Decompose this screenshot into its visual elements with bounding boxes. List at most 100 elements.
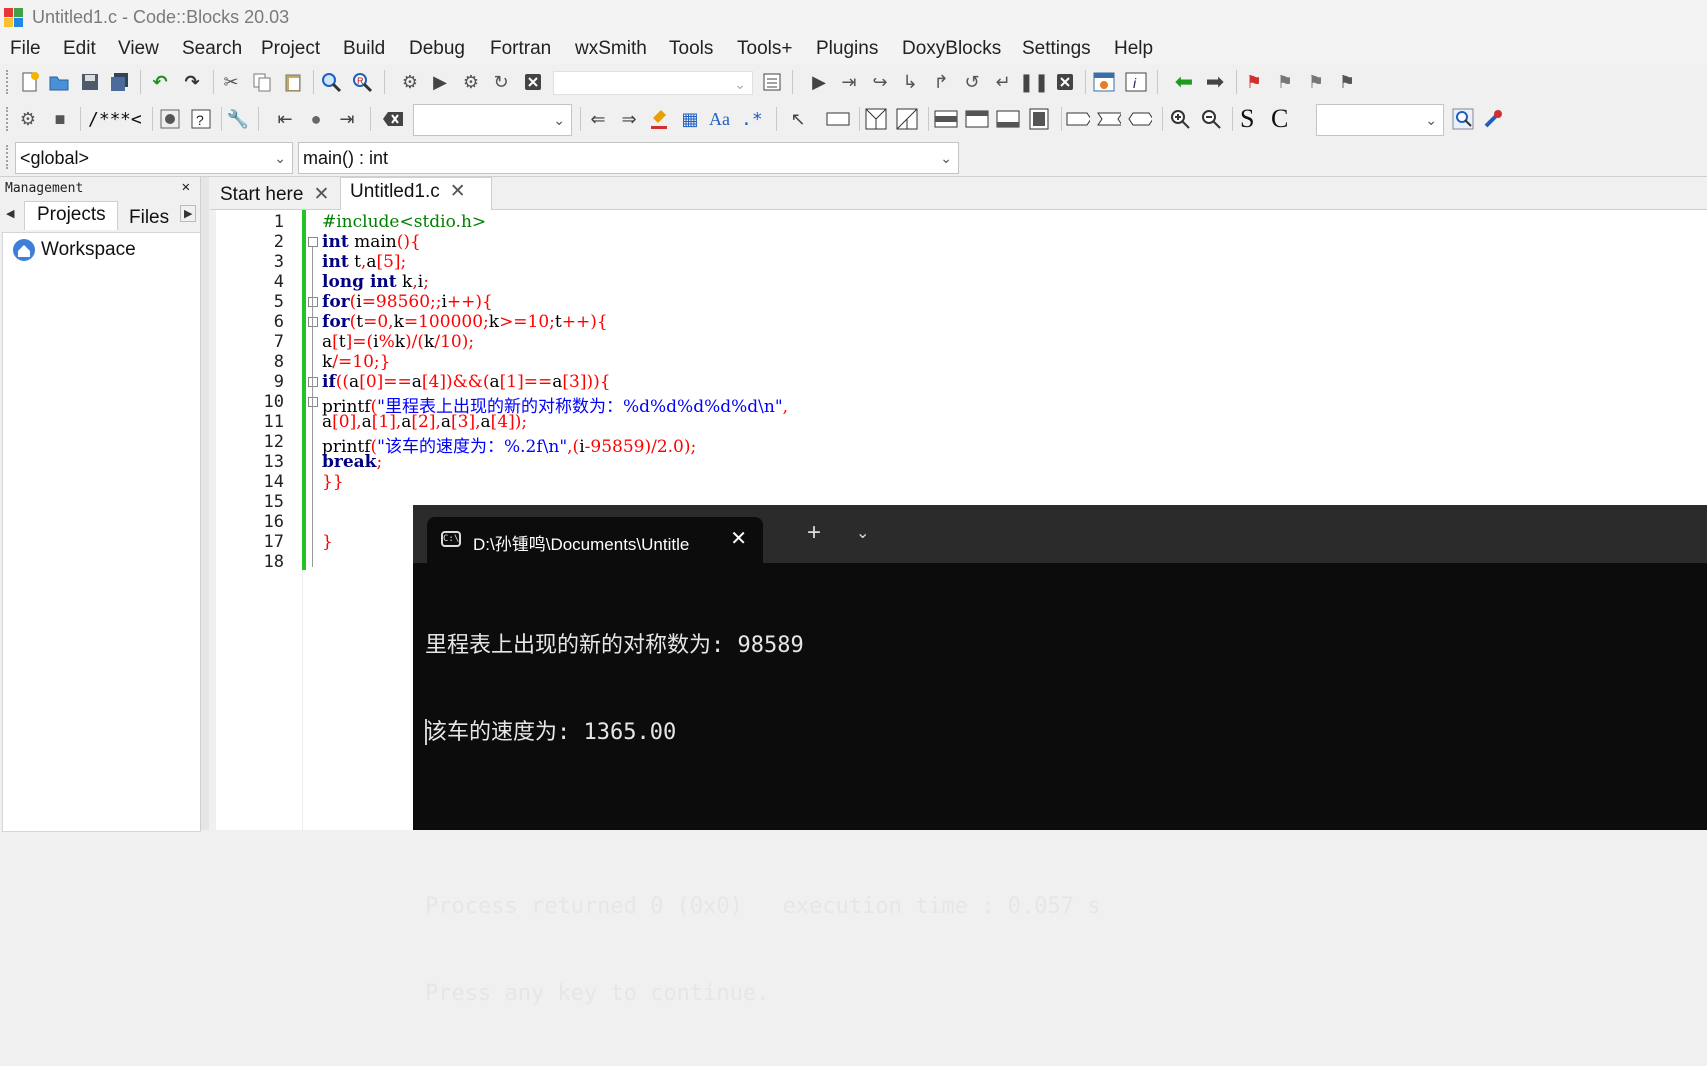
workspace-node[interactable]: Workspace [41, 239, 136, 261]
tab-files[interactable]: Files [129, 207, 169, 229]
tab-untitled1[interactable]: Untitled1.c ✕ [350, 180, 466, 210]
fold-marker-icon[interactable] [308, 297, 318, 307]
chm-help-icon[interactable]: ? [189, 107, 213, 131]
copy-icon[interactable] [250, 70, 274, 94]
menu-build[interactable]: Build [343, 38, 385, 60]
while-loop-icon[interactable] [965, 107, 989, 131]
wrench-icon[interactable]: 🔧 [226, 107, 250, 131]
step-into-icon[interactable]: ↳ [898, 70, 922, 94]
build-and-run-icon[interactable]: ⚙ [459, 70, 483, 94]
continue-shape-icon[interactable] [1097, 107, 1121, 131]
highlight-icon[interactable] [647, 107, 671, 131]
save-all-icon[interactable] [108, 70, 132, 94]
next-bookmark-icon[interactable]: ⚑ [1304, 70, 1328, 94]
fold-marker-icon[interactable] [308, 317, 318, 327]
menu-project[interactable]: Project [261, 38, 320, 60]
step-into-instruction-icon[interactable]: ↵ [991, 70, 1015, 94]
jump-end-icon[interactable]: ⇥ [335, 107, 359, 131]
menu-settings[interactable]: Settings [1022, 38, 1091, 60]
abort-icon[interactable] [521, 70, 545, 94]
menu-tools-plus[interactable]: Tools+ [737, 38, 792, 60]
debug-windows-icon[interactable] [1092, 70, 1116, 94]
toggle-bookmark-icon[interactable]: ⚑ [1242, 70, 1266, 94]
pause-icon[interactable]: ❚❚ [1019, 70, 1049, 94]
next-instruction-icon[interactable]: ↺ [960, 70, 984, 94]
find-symbol-icon[interactable] [1451, 107, 1475, 131]
menu-search[interactable]: Search [182, 38, 242, 60]
info-icon[interactable]: i [1124, 70, 1148, 94]
select-cursor-icon[interactable]: ↖ [786, 107, 810, 131]
tab-scroll-right-icon[interactable]: ▶ [180, 205, 197, 222]
jump-back-icon[interactable]: ⬅ [1172, 69, 1196, 94]
close-icon[interactable]: ✕ [313, 184, 329, 205]
do-while-icon[interactable] [996, 107, 1020, 131]
rebuild-icon[interactable]: ↻ [489, 70, 513, 94]
symbol-settings-icon[interactable] [1481, 107, 1505, 131]
menu-fortran[interactable]: Fortran [490, 38, 551, 60]
fold-marker-icon[interactable] [308, 397, 318, 407]
menu-debug[interactable]: Debug [409, 38, 465, 60]
toolbar-grip[interactable] [6, 107, 11, 131]
menu-wxsmith[interactable]: wxSmith [575, 38, 647, 60]
nassi-c-button[interactable]: C [1271, 104, 1288, 134]
nassi-s-button[interactable]: S [1240, 104, 1254, 134]
if-block-icon[interactable] [864, 107, 888, 131]
toolbar-grip[interactable] [6, 70, 11, 94]
save-icon[interactable] [78, 70, 102, 94]
switch-block-icon[interactable] [895, 107, 919, 131]
selected-text-only-icon[interactable]: ▦ [678, 107, 702, 131]
record-icon[interactable]: ● [304, 107, 328, 131]
clear-search-icon[interactable] [381, 107, 405, 131]
close-icon[interactable]: ✕ [450, 181, 466, 202]
fold-marker-icon[interactable] [308, 237, 318, 247]
regex-button[interactable]: .* [741, 109, 763, 130]
cut-icon[interactable]: ✂ [219, 70, 243, 94]
stop-debugger-icon[interactable] [1053, 70, 1077, 94]
build-target-select[interactable]: ⌄ [553, 71, 753, 95]
new-tab-icon[interactable]: + [807, 519, 821, 547]
scope-select[interactable]: <global> ⌄ [15, 142, 293, 174]
zoom-in-icon[interactable] [1168, 107, 1192, 131]
block-instruction-icon[interactable] [1027, 107, 1051, 131]
fold-marker-icon[interactable] [308, 377, 318, 387]
menu-plugins[interactable]: Plugins [816, 38, 878, 60]
menu-help[interactable]: Help [1114, 38, 1153, 60]
console-tab[interactable]: C:\ D:\孙锺鸣\Documents\Untitle ✕ [427, 517, 763, 563]
tab-scroll-left-icon[interactable]: ◀ [6, 207, 14, 220]
doxywizard-icon[interactable]: ⚙ [16, 107, 40, 131]
zoom-out-icon[interactable] [1199, 107, 1223, 131]
step-out-icon[interactable]: ↱ [929, 70, 953, 94]
for-loop-icon[interactable] [934, 107, 958, 131]
search-next-icon[interactable]: ⇒ [617, 107, 641, 131]
menu-edit[interactable]: Edit [63, 38, 96, 60]
run-to-cursor-icon[interactable]: ⇥ [837, 70, 861, 94]
line-comment-button[interactable]: *< [120, 109, 142, 130]
chevron-down-icon[interactable]: ⌄ [856, 523, 869, 543]
tab-projects[interactable]: Projects [37, 204, 106, 226]
replace-icon[interactable]: R [350, 70, 374, 94]
tab-start-here[interactable]: Start here ✕ [220, 183, 329, 213]
build-log-icon[interactable] [760, 70, 784, 94]
menu-file[interactable]: File [10, 38, 41, 60]
toolbar-grip[interactable] [6, 145, 11, 169]
undo-icon[interactable]: ↶ [148, 70, 172, 94]
menu-tools[interactable]: Tools [669, 38, 713, 60]
search-prev-icon[interactable]: ⇐ [586, 107, 610, 131]
doxygen-extract-icon[interactable]: ■ [48, 107, 72, 131]
jump-start-icon[interactable]: ⇤ [273, 107, 297, 131]
close-icon[interactable]: ✕ [182, 179, 190, 195]
build-gear-icon[interactable]: ⚙ [398, 70, 422, 94]
debug-continue-icon[interactable]: ▶ [807, 70, 831, 94]
incremental-search-input[interactable]: ⌄ [413, 104, 572, 136]
find-icon[interactable] [319, 70, 343, 94]
break-shape-icon[interactable] [1066, 107, 1090, 131]
console-output[interactable]: 里程表上出现的新的对称数为: 98589 该车的速度为: 1365.00 Pro… [425, 573, 1101, 1066]
match-case-button[interactable]: Aa [709, 109, 730, 130]
return-shape-icon[interactable] [1128, 107, 1152, 131]
html-help-icon[interactable] [158, 107, 182, 131]
jump-forward-icon[interactable]: ➡ [1203, 69, 1227, 94]
clear-bookmarks-icon[interactable]: ⚑ [1335, 70, 1359, 94]
menu-doxyblocks[interactable]: DoxyBlocks [902, 38, 1001, 60]
paste-icon[interactable] [281, 70, 305, 94]
symbol-search-select[interactable]: ⌄ [1316, 104, 1444, 136]
